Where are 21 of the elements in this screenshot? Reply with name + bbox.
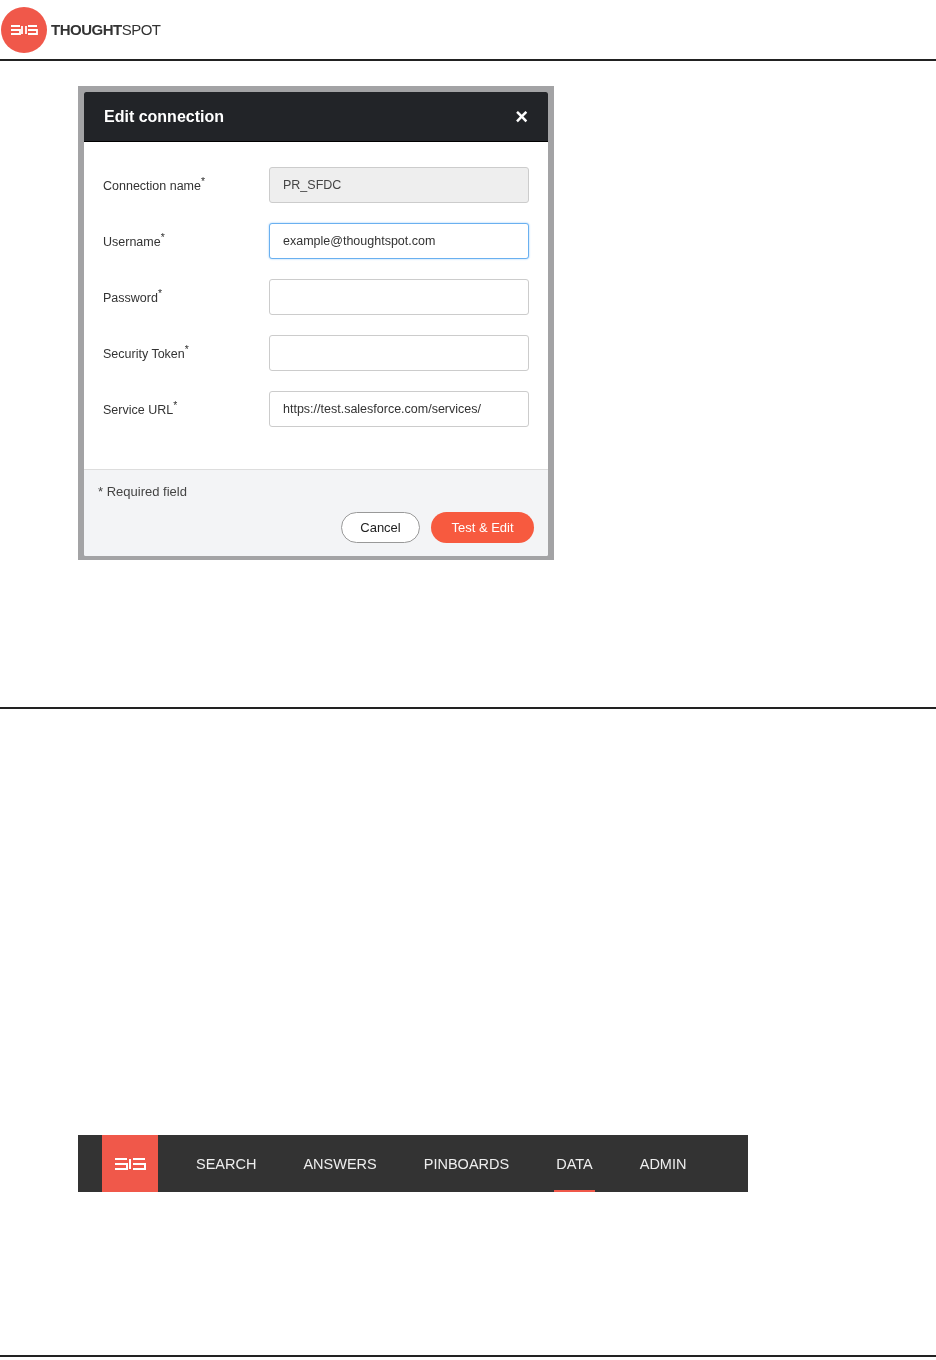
field-label: Username$^{*}$ xyxy=(103,232,165,250)
brand-name: THOUGHTSPOT xyxy=(51,21,161,38)
cancel-button[interactable]: Cancel xyxy=(341,512,420,543)
nav-tab[interactable]: SEARCH xyxy=(194,1135,259,1192)
dialog-title: Edit connection xyxy=(104,107,224,126)
nav-tab[interactable]: PINBOARDS xyxy=(421,1135,512,1192)
field-label: Password$^{*}$ xyxy=(103,288,162,306)
nav-tab[interactable]: ANSWERS xyxy=(301,1135,379,1192)
field-label: Security Token$^{*}$ xyxy=(103,344,189,362)
nav-tab[interactable]: DATA xyxy=(554,1135,595,1192)
input-field[interactable] xyxy=(269,335,529,371)
input-field[interactable]: example@thoughtspot.com xyxy=(269,223,529,259)
nav-logo[interactable] xyxy=(102,1135,158,1192)
field-label: Service URL$^{*}$ xyxy=(103,400,178,418)
required-note: * Required field xyxy=(98,484,188,499)
field-label: Connection name$^{*}$ xyxy=(103,176,206,194)
input-field[interactable] xyxy=(269,279,529,315)
input-field[interactable]: https://test.salesforce.com/services/ xyxy=(269,391,529,427)
nav-tab[interactable]: ADMIN xyxy=(637,1135,689,1192)
logo-icon xyxy=(114,1156,146,1171)
close-button[interactable]: × xyxy=(515,105,528,128)
